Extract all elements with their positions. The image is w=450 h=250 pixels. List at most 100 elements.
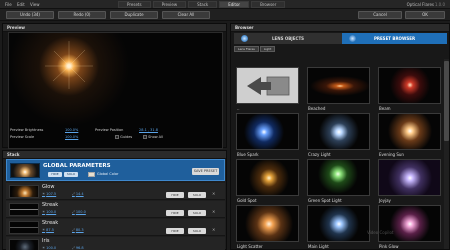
brightness-icon: ☀ [42,246,46,250]
layer-row[interactable]: Streak ☀87.5 ⤢80.3 HIDE SOLO ✕ [6,219,225,236]
layer-solo-button[interactable]: SOLO [188,228,206,234]
duplicate-button[interactable]: Duplicate [110,11,158,19]
back-arrow-icon [247,76,290,96]
guides-label: Guides [120,135,133,139]
tab-lens-objects[interactable]: LENS OBJECTS [234,33,342,44]
scrollbar-thumb[interactable] [444,61,449,141]
lens-objects-icon [241,35,248,42]
preset-tile[interactable]: Blue Spark [236,113,299,159]
preview-brightness-label: Preview Brightness [10,128,44,132]
layer-brightness[interactable]: 100.0 [46,246,56,250]
show-all-label: Show All [148,135,164,139]
preset-thumbnail [307,67,370,104]
preset-label: Pink Glow [379,244,399,249]
menu-file[interactable]: File [5,2,12,7]
preset-label: .. [237,106,240,111]
remove-layer-icon[interactable]: ✕ [212,227,218,234]
undo-button[interactable]: Undo (34) [6,11,54,19]
browser-panel: Browser LENS OBJECTS PRESET BROWSER Lens… [230,23,450,250]
brightness-icon: ☀ [42,228,46,232]
preset-browser-icon [349,35,356,42]
preset-thumbnail [307,205,370,242]
preset-tile[interactable]: Pink Glow [378,205,441,250]
preset-thumbnail [236,205,299,242]
preview-brightness-field: Preview Brightness [10,128,43,132]
preset-tile[interactable]: Crazy Light [307,113,370,159]
preset-label: Beached [308,106,326,111]
layer-thumbnail [9,203,39,216]
global-hide-button[interactable]: HIDE [48,172,62,177]
preset-tile[interactable]: Beam [378,67,441,113]
preset-label: Gold Spot [237,198,257,203]
global-color-swatch[interactable] [88,172,95,177]
breadcrumb-light[interactable]: Light [259,46,276,52]
tab-presets[interactable]: Presets [118,1,151,8]
brightness-icon: ☀ [42,210,46,214]
preset-tile[interactable]: Joyjay [378,159,441,205]
app-title: Optical Flares [406,2,434,7]
layer-hide-button[interactable]: HIDE [166,192,184,198]
global-parameters-title: GLOBAL PARAMETERS [43,163,111,169]
breadcrumb-lens-flares[interactable]: Lens Flares [234,46,259,52]
layer-brightness[interactable]: 100.0 [46,210,56,214]
tab-stack[interactable]: Stack [188,1,218,8]
preset-tile[interactable]: Evening Sun [378,113,441,159]
preset-tile[interactable]: Green Spot Light [307,159,370,205]
preview-scale-value[interactable]: 100.0% [65,135,78,139]
layer-scale[interactable]: 14.4 [76,192,84,196]
layer-hide-button[interactable]: HIDE [166,210,184,216]
scale-icon: ⤢ [72,246,75,250]
clear-all-button[interactable]: Clear All [162,11,210,19]
menu-view[interactable]: View [30,2,40,7]
layer-brightness[interactable]: 87.5 [46,228,54,232]
guides-checkbox[interactable] [115,135,119,139]
redo-button[interactable]: Redo (0) [58,11,106,19]
preset-label: Joyjay [379,198,391,203]
layer-name: Streak [42,202,59,208]
layer-scale[interactable]: 80.3 [76,228,84,232]
preview-position-value[interactable]: 28.1 , 31.8 [139,128,158,132]
global-color-label: Global Color [97,172,119,176]
flare-rays-graphic [45,41,93,89]
tab-preset-browser[interactable]: PRESET BROWSER [342,33,447,44]
menu-bar: File Edit View Presets Preview Stack Edi… [0,0,450,9]
stack-title: Stack [3,151,226,159]
layer-solo-button[interactable]: SOLO [188,192,206,198]
show-all-checkbox[interactable] [143,135,147,139]
layer-row[interactable]: Iris ☀100.0 ⤢96.8 [6,237,225,250]
preset-tile[interactable]: Light Scatter [236,205,299,250]
remove-layer-icon[interactable]: ✕ [212,191,218,198]
preset-tile[interactable]: Main Light [307,205,370,250]
global-parameters-row[interactable]: GLOBAL PARAMETERS HIDE SOLO Global Color… [6,159,225,181]
layer-brightness[interactable]: 107.5 [46,192,56,196]
ok-button[interactable]: OK [405,11,445,19]
layer-name: Iris [42,238,50,244]
layer-scale[interactable]: 96.8 [76,246,84,250]
scale-icon: ⤢ [72,228,75,232]
preset-tile[interactable]: Beached [307,67,370,113]
layer-scale[interactable]: 100.0 [76,210,86,214]
menu-edit[interactable]: Edit [17,2,25,7]
preset-tile[interactable]: Gold Spot [236,159,299,205]
tab-browser[interactable]: Browser [251,1,286,8]
layer-name: Streak [42,220,59,226]
layer-row[interactable]: Streak ☀100.0 ⤢100.0 HIDE SOLO ✕ [6,201,225,218]
layer-row[interactable]: Glow ☀107.5 ⤢14.4 HIDE SOLO ✕ [6,183,225,200]
browser-title: Browser [231,24,449,32]
remove-layer-icon[interactable]: ✕ [212,209,218,216]
tab-editor[interactable]: Editor [219,1,250,8]
preset-thumbnail [378,67,441,104]
back-folder-icon[interactable] [236,67,299,104]
preset-label: Evening Sun [379,152,404,157]
preset-thumbnail [378,159,441,196]
cancel-button[interactable]: Cancel [358,11,402,19]
browser-tabs: LENS OBJECTS PRESET BROWSER [234,33,447,44]
global-solo-button[interactable]: SOLO [64,172,78,177]
preview-brightness-value[interactable]: 100.0% [65,128,78,132]
preset-tile[interactable]: .. [236,67,299,113]
layer-hide-button[interactable]: HIDE [166,228,184,234]
layer-solo-button[interactable]: SOLO [188,210,206,216]
save-preset-button[interactable]: SAVE PRESET [192,168,219,175]
tab-preview[interactable]: Preview [152,1,187,8]
scale-icon: ⤢ [72,192,75,196]
